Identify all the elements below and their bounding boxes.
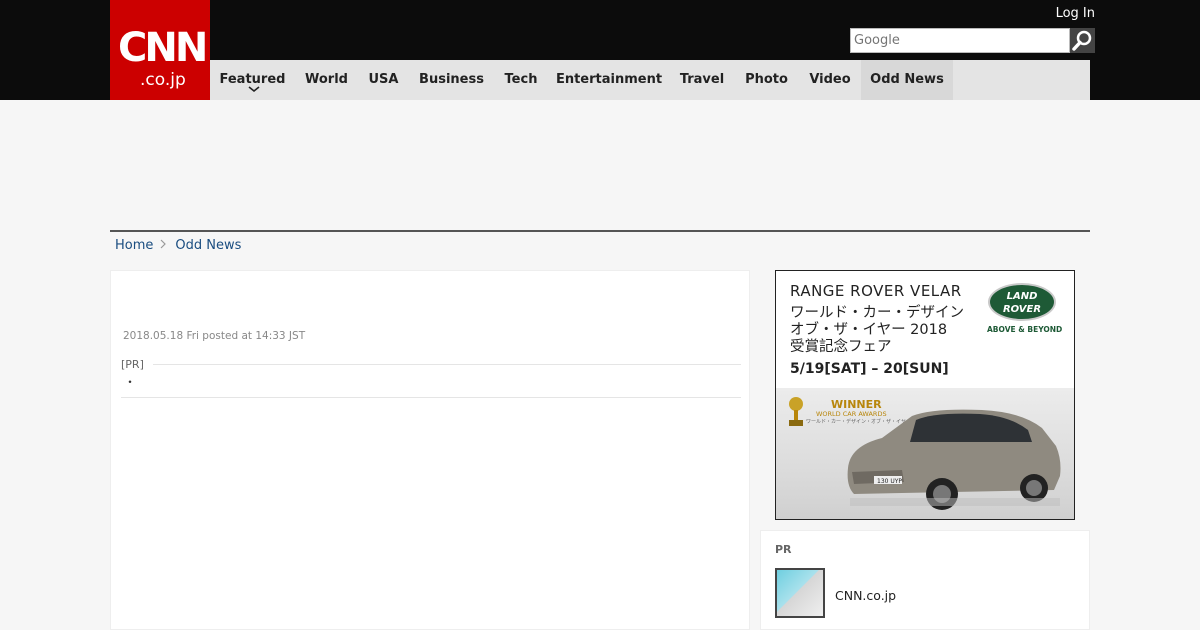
nav-item-odd-news[interactable]: Odd News: [861, 60, 953, 100]
pr-label: [PR]: [121, 358, 144, 371]
logo-subtext: .co.jp: [140, 70, 186, 90]
land-rover-logo: LAND ROVER: [988, 283, 1056, 321]
ad-dates: 5/19[SAT] – 20[SUN]: [790, 361, 949, 377]
divider: [121, 397, 741, 398]
ad-text-area: RANGE ROVER VELAR ワールド・カー・デザイン オブ・ザ・イヤー …: [776, 271, 1074, 388]
ad-text-line: ワールド・カー・デザイン: [790, 305, 964, 321]
pr-thumbnail[interactable]: [775, 568, 825, 618]
nav-item-label: Odd News: [870, 72, 944, 87]
nav-item-label: World: [305, 72, 348, 87]
section-divider: [110, 230, 1090, 232]
nav-item-entertainment[interactable]: Entertainment: [548, 60, 670, 100]
nav-item-photo[interactable]: Photo: [734, 60, 799, 100]
breadcrumb-home[interactable]: Home: [115, 238, 153, 253]
search-button[interactable]: [1070, 28, 1095, 53]
login-link[interactable]: Log In: [1056, 6, 1095, 22]
nav-item-video[interactable]: Video: [799, 60, 861, 100]
ad-headline: RANGE ROVER VELAR: [790, 282, 962, 300]
article-date: 2018.05.18 Fri posted at 14:33 JST: [123, 330, 306, 342]
nav-item-label: Business: [419, 72, 484, 87]
main-nav: Featured World USA Business Tech Enterta…: [210, 60, 1090, 100]
chevron-right-icon: [160, 239, 167, 249]
pr-list-item[interactable]: ・: [124, 375, 136, 389]
nav-item-label: USA: [368, 72, 399, 87]
nav-item-featured[interactable]: Featured: [210, 60, 295, 100]
ad-image: WINNER WORLD CAR AWARDS ワールド・カー・デザイン・オブ・…: [776, 388, 1074, 519]
nav-item-label: Photo: [745, 72, 788, 87]
ad-banner[interactable]: RANGE ROVER VELAR ワールド・カー・デザイン オブ・ザ・イヤー …: [775, 270, 1075, 520]
pr-item-link[interactable]: CNN.co.jp: [835, 588, 896, 604]
license-plate: 130 UYP: [877, 478, 902, 485]
brand-name: LAND ROVER: [1002, 291, 1042, 315]
nav-item-world[interactable]: World: [295, 60, 358, 100]
breadcrumb-current[interactable]: Odd News: [175, 238, 241, 253]
brand-tagline: ABOVE & BEYOND: [987, 325, 1063, 334]
nav-item-usa[interactable]: USA: [358, 60, 409, 100]
pr-sidebar-box: PR CNN.co.jp: [760, 530, 1090, 630]
search-input[interactable]: [850, 28, 1070, 53]
article-panel: 2018.05.18 Fri posted at 14:33 JST [PR] …: [110, 270, 750, 630]
ad-text-line: 受賞記念フェア: [790, 339, 892, 355]
ad-text-line: オブ・ザ・イヤー 2018: [790, 322, 948, 338]
search-icon: [1072, 30, 1092, 51]
nav-item-label: Tech: [504, 72, 538, 87]
divider: [153, 364, 741, 365]
breadcrumb: Home Odd News: [115, 238, 241, 254]
pr-box-title: PR: [775, 543, 792, 556]
nav-item-label: Video: [809, 72, 851, 87]
cnn-logo[interactable]: CNN .co.jp: [110, 0, 210, 100]
nav-item-label: Travel: [679, 72, 725, 87]
nav-item-label: Entertainment: [555, 72, 663, 87]
nav-item-travel[interactable]: Travel: [670, 60, 734, 100]
logo-text: CNN: [118, 25, 208, 71]
chevron-down-icon: [248, 86, 260, 93]
nav-item-tech[interactable]: Tech: [494, 60, 548, 100]
nav-item-business[interactable]: Business: [409, 60, 494, 100]
trophy-icon: [789, 397, 803, 426]
car-image: 130 UYP: [847, 409, 1061, 510]
